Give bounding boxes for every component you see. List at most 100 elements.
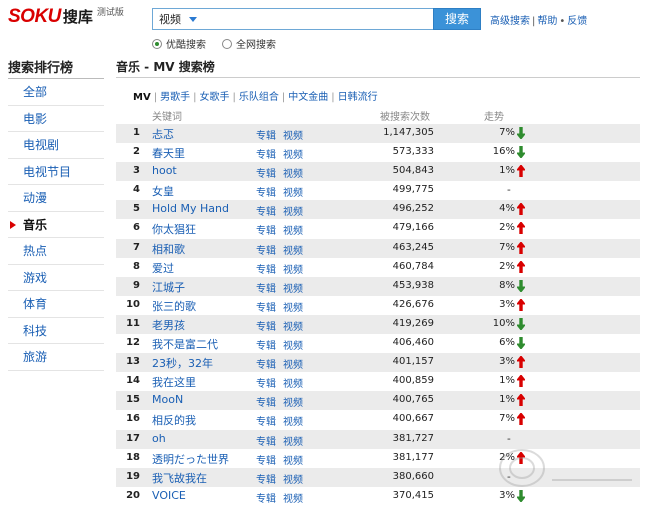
search-category-select[interactable]: 视频 xyxy=(155,11,197,27)
tab-separator: | xyxy=(232,92,236,103)
video-link[interactable]: 视频 xyxy=(283,261,303,276)
video-link[interactable]: 视频 xyxy=(283,280,303,295)
album-link[interactable]: 专辑 xyxy=(256,433,276,448)
album-link[interactable]: 专辑 xyxy=(256,337,276,352)
radio-youku-search[interactable]: 优酷搜索 xyxy=(152,36,206,51)
subtab[interactable]: 乐队组合 xyxy=(239,92,279,103)
album-link[interactable]: 专辑 xyxy=(256,299,276,314)
video-link[interactable]: 视频 xyxy=(283,337,303,352)
keyword-link[interactable]: 相和歌 xyxy=(152,241,185,257)
sidebar-item[interactable]: 动漫 xyxy=(8,185,104,212)
album-link[interactable]: 专辑 xyxy=(256,452,276,467)
album-link[interactable]: 专辑 xyxy=(256,471,276,486)
keyword-link[interactable]: 春天里 xyxy=(152,145,185,161)
keyword-link[interactable]: oh xyxy=(152,432,166,445)
keyword-link[interactable]: 我不是富二代 xyxy=(152,336,218,352)
sidebar-item[interactable]: 电影 xyxy=(8,106,104,132)
video-link[interactable]: 视频 xyxy=(283,242,303,257)
video-link[interactable]: 视频 xyxy=(283,433,303,448)
search-count: 453,938 xyxy=(392,279,434,291)
video-link[interactable]: 视频 xyxy=(283,318,303,333)
video-link[interactable]: 视频 xyxy=(283,184,303,199)
video-link[interactable]: 视频 xyxy=(283,375,303,390)
keyword-link[interactable]: 你太猖狂 xyxy=(152,221,196,237)
rank-number: 1 xyxy=(133,127,140,138)
table-row: 13 23秒，32年 专辑 视频 401,157 3% xyxy=(116,353,640,373)
keyword-link[interactable]: 我飞故我在 xyxy=(152,470,207,486)
sidebar-item[interactable]: 热点 xyxy=(8,238,104,265)
video-link[interactable]: 视频 xyxy=(283,413,303,428)
sidebar-item[interactable]: 电视剧 xyxy=(8,132,104,159)
video-link[interactable]: 视频 xyxy=(283,165,303,180)
video-link[interactable]: 视频 xyxy=(283,471,303,486)
album-link[interactable]: 专辑 xyxy=(256,413,276,428)
sidebar-item[interactable]: 音乐 xyxy=(8,212,104,238)
keyword-link[interactable]: VOICE xyxy=(152,489,186,502)
keyword-link[interactable]: 老男孩 xyxy=(152,317,185,333)
search-input[interactable] xyxy=(211,11,429,27)
video-link[interactable]: 视频 xyxy=(283,146,303,161)
rank-number: 11 xyxy=(126,317,140,329)
video-link[interactable]: 视频 xyxy=(283,299,303,314)
help-link[interactable]: 帮助 xyxy=(537,16,557,27)
keyword-link[interactable]: 23秒，32年 xyxy=(152,355,213,371)
search-count: 460,784 xyxy=(392,260,434,272)
keyword-link[interactable]: 相反的我 xyxy=(152,412,196,428)
video-link[interactable]: 视频 xyxy=(283,203,303,218)
album-link[interactable]: 专辑 xyxy=(256,127,276,142)
video-link[interactable]: 视频 xyxy=(283,356,303,371)
trend-percent: 1% xyxy=(499,165,515,177)
sidebar-item[interactable]: 游戏 xyxy=(8,265,104,291)
radio-web-search[interactable]: 全网搜索 xyxy=(222,36,276,51)
album-link[interactable]: 专辑 xyxy=(256,375,276,390)
album-link[interactable]: 专辑 xyxy=(256,318,276,333)
album-link[interactable]: 专辑 xyxy=(256,356,276,371)
keyword-link[interactable]: 爱过 xyxy=(152,260,174,276)
video-link[interactable]: 视频 xyxy=(283,222,303,237)
search-count: 401,157 xyxy=(392,356,434,368)
rank-number: 13 xyxy=(126,356,140,368)
soku-logo[interactable]: SOKU 搜库 测试版 xyxy=(8,6,124,26)
album-link[interactable]: 专辑 xyxy=(256,184,276,199)
album-link[interactable]: 专辑 xyxy=(256,394,276,409)
album-link[interactable]: 专辑 xyxy=(256,280,276,295)
keyword-link[interactable]: Hold My Hand xyxy=(152,202,229,215)
subtab[interactable]: 男歌手 xyxy=(160,92,190,103)
album-link[interactable]: 专辑 xyxy=(256,261,276,276)
search-button[interactable]: 搜索 xyxy=(433,8,481,30)
subtab[interactable]: 女歌手 xyxy=(199,92,229,103)
video-link[interactable]: 视频 xyxy=(283,490,303,505)
album-link[interactable]: 专辑 xyxy=(256,146,276,161)
sidebar-item[interactable]: 全部 xyxy=(8,79,104,106)
col-header-keyword: 关键词 xyxy=(152,112,182,123)
album-link[interactable]: 专辑 xyxy=(256,222,276,237)
video-link[interactable]: 视频 xyxy=(283,394,303,409)
arrow-up-icon xyxy=(515,259,527,274)
keyword-link[interactable]: 忐忑 xyxy=(152,126,174,142)
video-link[interactable]: 视频 xyxy=(283,452,303,467)
keyword-link[interactable]: 透明だった世界 xyxy=(152,451,229,467)
keyword-link[interactable]: MooN xyxy=(152,393,183,406)
subtab[interactable]: 中文金曲 xyxy=(288,92,328,103)
sidebar-item[interactable]: 旅游 xyxy=(8,344,104,371)
rank-number: 9 xyxy=(133,279,140,291)
keyword-link[interactable]: hoot xyxy=(152,164,177,177)
keyword-link[interactable]: 江城子 xyxy=(152,279,185,295)
album-link[interactable]: 专辑 xyxy=(256,203,276,218)
sidebar-item[interactable]: 科技 xyxy=(8,318,104,344)
album-link[interactable]: 专辑 xyxy=(256,165,276,180)
radio-unchecked-icon xyxy=(222,38,232,49)
video-link[interactable]: 视频 xyxy=(283,127,303,142)
arrow-down-icon xyxy=(515,489,527,503)
subtab[interactable]: MV xyxy=(133,92,151,103)
sidebar-item[interactable]: 电视节目 xyxy=(8,159,104,185)
sidebar-item[interactable]: 体育 xyxy=(8,291,104,318)
keyword-link[interactable]: 张三的歌 xyxy=(152,298,196,314)
keyword-link[interactable]: 我在这里 xyxy=(152,374,196,390)
album-link[interactable]: 专辑 xyxy=(256,490,276,505)
album-link[interactable]: 专辑 xyxy=(256,242,276,257)
feedback-link[interactable]: 反馈 xyxy=(567,16,587,27)
keyword-link[interactable]: 女皇 xyxy=(152,183,174,199)
subtab[interactable]: 日韩流行 xyxy=(338,92,378,103)
advanced-search-link[interactable]: 高级搜索 xyxy=(490,16,530,27)
